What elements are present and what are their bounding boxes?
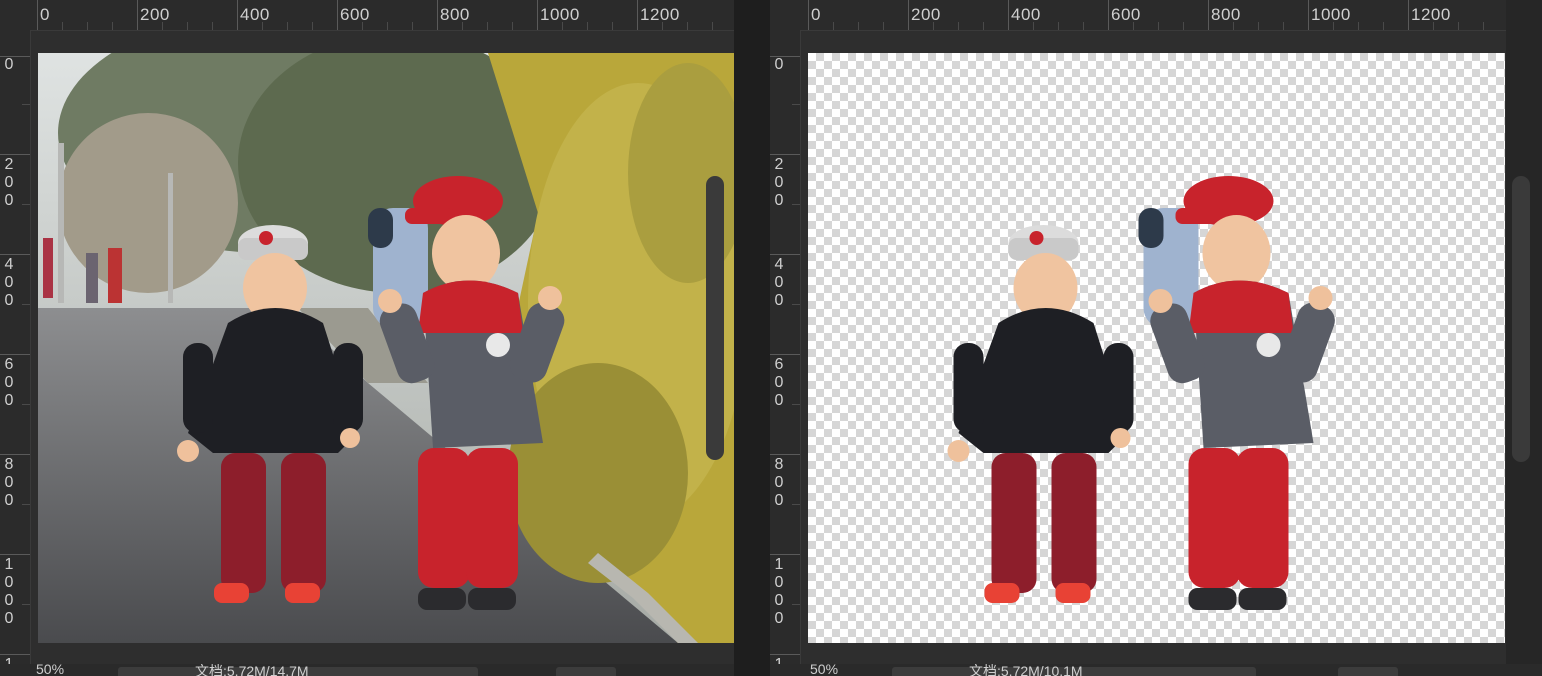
- window-divider: [734, 0, 774, 676]
- ruler-label: 6 0 0: [4, 356, 14, 409]
- ruler-label: 400: [1011, 5, 1041, 24]
- doc-size-info: 文档:5.72M/10.1M: [969, 664, 1083, 676]
- vertical-scrollbar-thumb[interactable]: [706, 176, 724, 460]
- cutout-layer[interactable]: [808, 53, 1505, 643]
- ruler-label: 0: [774, 56, 784, 73]
- status-bar: 50% 文档:5.72M/10.1M: [770, 664, 1542, 676]
- canvas-area[interactable]: [801, 31, 1506, 664]
- ruler-label: 1000: [540, 5, 580, 24]
- ruler-label: 1 0 0 0: [4, 556, 14, 627]
- transparent-cutout: [947, 176, 1335, 610]
- ruler-label: 800: [440, 5, 470, 24]
- ruler-label: 400: [240, 5, 270, 24]
- ruler-label: 1000: [1311, 5, 1351, 24]
- right-document-window: 0 200 400 600 800 1000 1200 0 2 0 0 4 0 …: [770, 0, 1542, 676]
- ruler-label: 600: [1111, 5, 1141, 24]
- ruler-label: 8 0 0: [4, 456, 14, 509]
- ruler-label: 2 0 0: [774, 156, 784, 209]
- left-document-window: 0 200 400 600 800 1000 1200 0 2 0 0 4 0 …: [0, 0, 734, 676]
- ruler-label: 8 0 0: [774, 456, 784, 509]
- ruler-label: 200: [140, 5, 170, 24]
- status-bar: 50% 文档:5.72M/14.7M: [0, 664, 734, 676]
- ruler-label: 600: [340, 5, 370, 24]
- status-button[interactable]: [556, 667, 616, 676]
- vertical-ruler[interactable]: 0 2 0 0 4 0 0 6 0 0 8 0 0 1 0 0 0 1: [770, 30, 801, 676]
- ruler-label: 4 0 0: [774, 256, 784, 309]
- photo-scene: [38, 53, 734, 643]
- ruler-origin-corner[interactable]: [0, 0, 31, 30]
- vertical-ruler[interactable]: 0 2 0 0 4 0 0 6 0 0 8 0 0 1 0 0 0 1: [0, 30, 31, 676]
- ruler-label: 200: [911, 5, 941, 24]
- horizontal-ruler[interactable]: 0 200 400 600 800 1000 1200: [30, 0, 734, 31]
- ruler-label: 2 0 0: [4, 156, 14, 209]
- ruler-label: 1200: [1411, 5, 1451, 24]
- ruler-label: 0: [811, 5, 821, 24]
- ruler-label: 1200: [640, 5, 680, 24]
- horizontal-ruler[interactable]: 0 200 400 600 800 1000 1200: [800, 0, 1506, 31]
- zoom-level[interactable]: 50%: [36, 664, 64, 676]
- ruler-label: 4 0 0: [4, 256, 14, 309]
- ruler-label: 0: [40, 5, 50, 24]
- left-child-cutout: [947, 225, 1134, 603]
- doc-size-info: 文档:5.72M/14.7M: [195, 664, 309, 676]
- vertical-scrollbar-thumb[interactable]: [1512, 176, 1530, 462]
- canvas-area[interactable]: [31, 31, 734, 664]
- ruler-label: 1 0 0 0: [774, 556, 784, 627]
- original-photo[interactable]: [38, 53, 734, 643]
- status-button[interactable]: [1338, 667, 1398, 676]
- ruler-origin-corner[interactable]: [770, 0, 801, 30]
- ruler-label: 6 0 0: [774, 356, 784, 409]
- ruler-label: 0: [4, 56, 14, 73]
- zoom-level[interactable]: 50%: [810, 664, 838, 676]
- ruler-label: 800: [1211, 5, 1241, 24]
